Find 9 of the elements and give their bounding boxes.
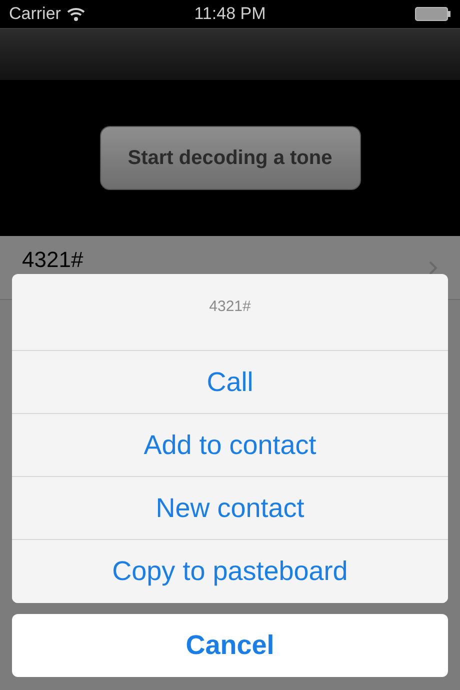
carrier-label: Carrier bbox=[9, 3, 61, 26]
battery-icon bbox=[415, 7, 451, 21]
chevron-icon bbox=[429, 260, 438, 274]
cancel-button[interactable]: Cancel bbox=[12, 614, 448, 677]
sheet-title: 4321# bbox=[209, 297, 251, 317]
wifi-icon bbox=[66, 7, 85, 21]
row-title: 4321# bbox=[22, 248, 84, 272]
decode-button[interactable]: Start decoding a tone bbox=[100, 126, 360, 190]
time-label: 11:48 PM bbox=[194, 3, 266, 26]
